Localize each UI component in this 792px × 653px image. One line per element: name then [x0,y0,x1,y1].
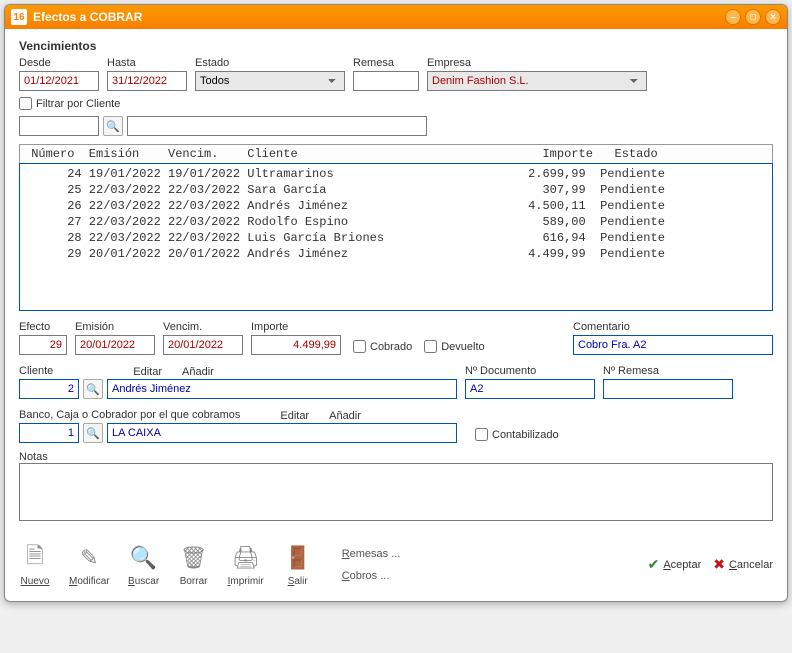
estado-select[interactable]: Todos [195,71,345,91]
banco-anadir-link[interactable]: Añadir [329,410,361,422]
hasta-input[interactable] [107,71,187,91]
vencimientos-title: Vencimientos [19,39,773,53]
table-row[interactable]: 28 22/03/2022 22/03/2022 Luis García Bri… [20,230,772,246]
cobrado-checkbox[interactable] [353,340,366,353]
filter-cliente-label: Filtrar por Cliente [36,98,120,110]
cobrado-label: Cobrado [370,341,412,353]
banco-name-input[interactable] [107,423,457,443]
search-icon: 🔍 [86,383,100,396]
empresa-label: Empresa [427,57,647,69]
titlebar: 16 Efectos a COBRAR – □ × [5,5,787,29]
contabilizado-label: Contabilizado [492,429,559,441]
comentario-label: Comentario [573,321,773,333]
delete-icon: 🗑 [178,542,210,574]
banco-editar-link[interactable]: Editar [280,410,309,422]
nuevo-button[interactable]: 🗎 Nuevo [19,542,51,587]
cross-icon: ✖ [713,556,725,573]
borrar-button[interactable]: 🗑 Borrar [178,542,210,587]
table-row[interactable]: 29 20/01/2022 20/01/2022 Andrés Jiménez … [20,246,772,262]
cobros-link[interactable]: Cobros ... [342,570,401,582]
aceptar-button[interactable]: ✔ Aceptar [648,556,702,573]
imprimir-button[interactable]: 🖨 Imprimir [228,542,264,587]
efecto-input[interactable] [19,335,67,355]
edit-icon: ✎ [73,542,105,574]
importe-input[interactable] [251,335,341,355]
banco-label: Banco, Caja o Cobrador por el que cobram… [19,409,240,421]
filter-code-input[interactable] [19,116,99,136]
toolbar: 🗎 Nuevo ✎ Modificar 🔍 Buscar 🗑 Borrar 🖨 … [19,534,773,591]
cliente-lookup-button[interactable]: 🔍 [83,379,103,399]
remesa-label: Remesa [353,57,419,69]
comentario-input[interactable] [573,335,773,355]
importe-label: Importe [251,321,341,333]
filter-cliente-checkbox[interactable] [19,97,32,110]
salir-button[interactable]: 🚪 Salir [282,542,314,587]
nremesa-input[interactable] [603,379,733,399]
nremesa-label: Nº Remesa [603,365,733,377]
main-window: 16 Efectos a COBRAR – □ × Vencimientos D… [4,4,788,602]
notas-textarea[interactable] [19,463,773,521]
minimize-button[interactable]: – [725,9,741,25]
effects-grid[interactable]: 24 19/01/2022 19/01/2022 Ultramarinos 2.… [19,163,773,311]
table-row[interactable]: 27 22/03/2022 22/03/2022 Rodolfo Espino … [20,214,772,230]
desde-input[interactable] [19,71,99,91]
print-icon: 🖨 [230,542,262,574]
empresa-select[interactable]: Denim Fashion S.L. [427,71,647,91]
emision-label: Emisión [75,321,155,333]
modificar-button[interactable]: ✎ Modificar [69,542,110,587]
cliente-label: Cliente [19,365,53,377]
table-row[interactable]: 26 22/03/2022 22/03/2022 Andrés Jiménez … [20,198,772,214]
cliente-name-input[interactable] [107,379,457,399]
maximize-button[interactable]: □ [745,9,761,25]
devuelto-checkbox[interactable] [424,340,437,353]
exit-icon: 🚪 [282,542,314,574]
filter-lookup-button[interactable]: 🔍 [103,116,123,136]
cliente-editar-link[interactable]: Editar [133,366,162,378]
notas-label: Notas [19,451,48,463]
desde-label: Desde [19,57,99,69]
estado-label: Estado [195,57,345,69]
table-row[interactable]: 25 22/03/2022 22/03/2022 Sara García 307… [20,182,772,198]
remesa-input[interactable] [353,71,419,91]
remesas-link[interactable]: Remesas ... [342,548,401,560]
buscar-button[interactable]: 🔍 Buscar [128,542,160,587]
hasta-label: Hasta [107,57,187,69]
contabilizado-checkbox[interactable] [475,428,488,441]
window-title: Efectos a COBRAR [33,10,142,24]
checkmark-icon: ✔ [648,556,660,573]
close-button[interactable]: × [765,9,781,25]
search-icon: 🔍 [128,542,160,574]
devuelto-label: Devuelto [441,341,484,353]
cliente-code-input[interactable] [19,379,79,399]
grid-header: Número Emisión Vencim. Cliente Importe E… [19,144,773,163]
app-icon: 16 [11,9,27,25]
emision-input[interactable] [75,335,155,355]
efecto-label: Efecto [19,321,67,333]
vencim-input[interactable] [163,335,243,355]
cancelar-button[interactable]: ✖ Cancelar [713,556,773,573]
ndoc-label: Nº Documento [465,365,595,377]
new-icon: 🗎 [19,542,51,574]
cliente-anadir-link[interactable]: Añadir [182,366,214,378]
search-icon: 🔍 [86,427,100,440]
table-row[interactable]: 24 19/01/2022 19/01/2022 Ultramarinos 2.… [20,166,772,182]
search-icon: 🔍 [106,120,120,133]
banco-code-input[interactable] [19,423,79,443]
banco-lookup-button[interactable]: 🔍 [83,423,103,443]
vencim-label: Vencim. [163,321,243,333]
filter-name-input[interactable] [127,116,427,136]
ndoc-input[interactable] [465,379,595,399]
